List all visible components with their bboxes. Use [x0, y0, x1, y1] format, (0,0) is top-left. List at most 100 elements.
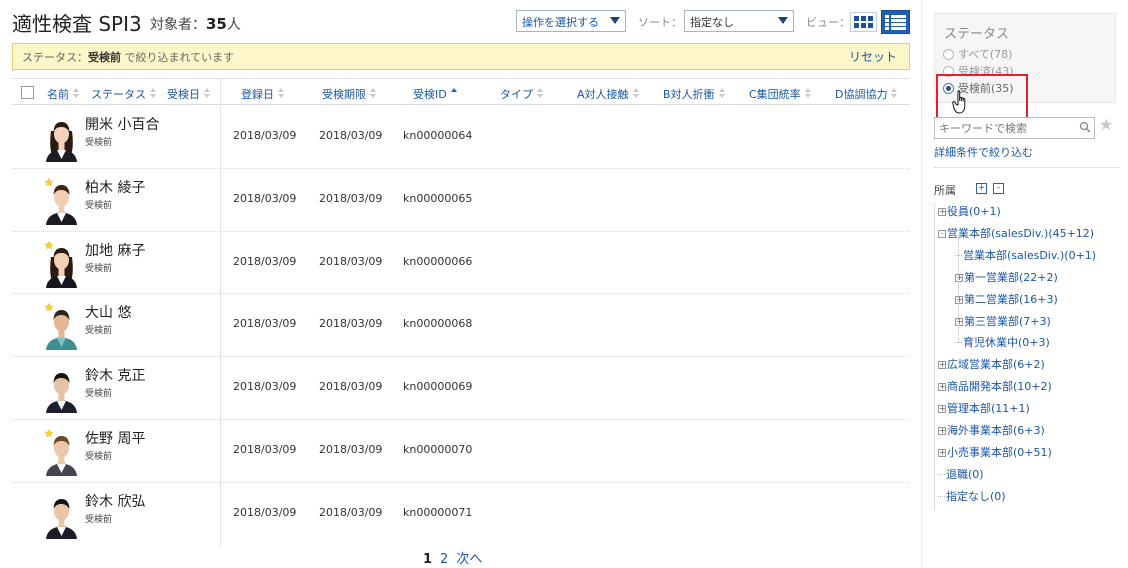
col-deadline[interactable]: 受検期限	[322, 86, 377, 102]
sort-icon	[370, 88, 377, 99]
expand-icon[interactable]: +	[955, 317, 963, 326]
table-row[interactable]: 鈴木 欣弘 受検前 2018/03/09 2018/03/09 kn000000…	[12, 482, 910, 546]
cell-reg-date: 2018/03/09	[233, 254, 297, 268]
col-a[interactable]: A対人接触	[577, 86, 640, 102]
col-exam-date[interactable]: 受検日	[167, 86, 211, 102]
sort-icon	[891, 88, 898, 99]
person-status: 受検前	[85, 200, 113, 211]
star-icon: ★	[44, 238, 54, 252]
cell-reg-date: 2018/03/09	[233, 191, 297, 205]
table-row[interactable]: ★ 柏木 綾子 受検前 2018/03/09 2018/03/09 kn0000…	[12, 168, 910, 232]
collapse-icon[interactable]: -	[938, 229, 946, 238]
col-exam-id[interactable]: 受検ID	[413, 86, 458, 102]
cell-deadline: 2018/03/09	[319, 442, 383, 456]
col-c[interactable]: C集団統率	[749, 86, 812, 102]
tree-node[interactable]: +第一営業部(22+2)	[955, 269, 1058, 285]
tree-node[interactable]: +広域営業本部(6+2)	[938, 356, 1045, 372]
avatar[interactable]: ★	[43, 301, 80, 351]
sort-select[interactable]: 指定なし	[684, 10, 794, 32]
tree-node[interactable]: +第二営業部(16+3)	[955, 291, 1058, 307]
avatar[interactable]: ★	[43, 426, 80, 476]
advanced-filter-link[interactable]: 詳細条件で絞り込む	[934, 144, 1033, 160]
list-view-icon[interactable]	[881, 10, 910, 34]
select-all-checkbox[interactable]	[21, 86, 34, 99]
tree-node[interactable]: +商品開発本部(10+2)	[938, 378, 1052, 394]
tree-node[interactable]: +管理本部(11+1)	[938, 400, 1030, 416]
favorite-star-icon[interactable]: ★	[1099, 117, 1113, 133]
tree-node-label: 育児休業中(0+3)	[963, 336, 1050, 350]
col-d[interactable]: D協調協力	[835, 86, 898, 102]
avatar[interactable]	[43, 489, 80, 539]
cell-deadline: 2018/03/09	[319, 317, 383, 331]
person-name[interactable]: 柏木 綾子	[85, 177, 145, 197]
expand-icon[interactable]: +	[938, 405, 946, 414]
collapse-all-icon[interactable]: -	[993, 183, 1004, 194]
expand-icon[interactable]: +	[938, 208, 946, 216]
table-row[interactable]: 鈴木 克正 受検前 2018/03/09 2018/03/09 kn000000…	[12, 357, 910, 420]
col-type[interactable]: タイプ	[500, 86, 544, 102]
filter-value: 受検前	[88, 51, 121, 64]
cell-exam-id: kn00000064	[403, 129, 473, 142]
avatar[interactable]	[43, 364, 80, 414]
cell-exam-id: kn00000069	[403, 380, 473, 394]
person-name[interactable]: 鈴木 欣弘	[85, 491, 145, 511]
tree-node[interactable]: +役員(0+1)	[938, 203, 1001, 219]
person-name[interactable]: 開米 小百合	[85, 114, 159, 134]
cell-exam-id: kn00000070	[403, 442, 473, 456]
keyword-search-input[interactable]	[934, 117, 1095, 139]
tree-node[interactable]: 指定なし(0)	[938, 488, 1006, 504]
person-name[interactable]: 佐野 周平	[85, 428, 145, 448]
cell-reg-date: 2018/03/09	[233, 380, 297, 394]
tree-node[interactable]: +海外事業本部(6+3)	[938, 422, 1045, 438]
expand-icon[interactable]: +	[938, 448, 946, 457]
expand-all-icon[interactable]: +	[976, 183, 987, 194]
sort-icon	[718, 88, 726, 99]
table-row[interactable]: 開米 小百合 受検前 2018/03/09 2018/03/09 kn00000…	[12, 106, 910, 169]
cell-deadline: 2018/03/09	[319, 254, 383, 268]
expand-icon[interactable]: +	[938, 361, 946, 370]
table-body: 開米 小百合 受検前 2018/03/09 2018/03/09 kn00000…	[12, 106, 910, 546]
tree-node[interactable]: 退職(0)	[938, 466, 984, 482]
sort-icon	[804, 88, 812, 99]
cell-exam-id: kn00000066	[403, 254, 473, 268]
sort-select-value: 指定なし	[690, 16, 734, 29]
expand-icon[interactable]: +	[955, 273, 963, 282]
sort-icon	[278, 88, 285, 99]
cell-deadline: 2018/03/09	[319, 191, 383, 205]
grid-view-icon[interactable]	[850, 12, 877, 32]
sidebar-divider	[921, 0, 922, 568]
avatar[interactable]: ★	[43, 175, 80, 225]
table-row[interactable]: ★ 加地 麻子 受検前 2018/03/09 2018/03/09 kn0000…	[12, 231, 910, 295]
expand-icon[interactable]: +	[955, 295, 963, 304]
action-select[interactable]: 操作を選択する	[516, 10, 626, 32]
avatar[interactable]	[43, 113, 80, 162]
table-row[interactable]: ★ 大山 悠 受検前 2018/03/09 2018/03/09 kn00000…	[12, 294, 910, 358]
expand-icon[interactable]: +	[938, 383, 946, 392]
col-status[interactable]: ステータス	[91, 86, 157, 102]
next-page-link[interactable]: 次へ	[456, 552, 482, 567]
view-label: ビュー：	[806, 16, 850, 29]
status-option-all[interactable]: すべて(78)	[943, 46, 1012, 62]
person-name[interactable]: 加地 麻子	[85, 240, 145, 260]
tree-node[interactable]: +小売事業本部(0+51)	[938, 444, 1052, 460]
search-icon[interactable]	[1079, 121, 1091, 133]
person-name[interactable]: 鈴木 克正	[85, 365, 145, 385]
reset-link[interactable]: リセット	[849, 48, 897, 65]
col-b[interactable]: B対人折衝	[663, 86, 726, 102]
target-count: 対象者：35人	[150, 14, 241, 34]
tree-node-label: 退職(0)	[946, 467, 984, 481]
expand-icon[interactable]: +	[938, 427, 946, 435]
person-name[interactable]: 大山 悠	[85, 302, 131, 322]
page-2-link[interactable]: 2	[440, 552, 448, 567]
avatar[interactable]: ★	[43, 238, 80, 288]
col-name[interactable]: 名前	[47, 86, 80, 102]
table-row[interactable]: ★ 佐野 周平 受検前 2018/03/09 2018/03/09 kn0000…	[12, 419, 910, 483]
tree-node[interactable]: +第三営業部(7+3)	[955, 313, 1051, 329]
col-reg-date[interactable]: 登録日	[241, 86, 285, 102]
tree-node[interactable]: - 営業本部(salesDiv.)(45+12)	[938, 225, 1094, 241]
tree-node[interactable]: 営業本部(salesDiv.)(0+1)	[955, 247, 1096, 263]
pagination: 1 2 次へ	[423, 548, 490, 567]
tree-node[interactable]: 育児休業中(0+3)	[955, 334, 1050, 350]
cell-deadline: 2018/03/09	[319, 505, 383, 519]
person-status: 受検前	[85, 514, 113, 525]
